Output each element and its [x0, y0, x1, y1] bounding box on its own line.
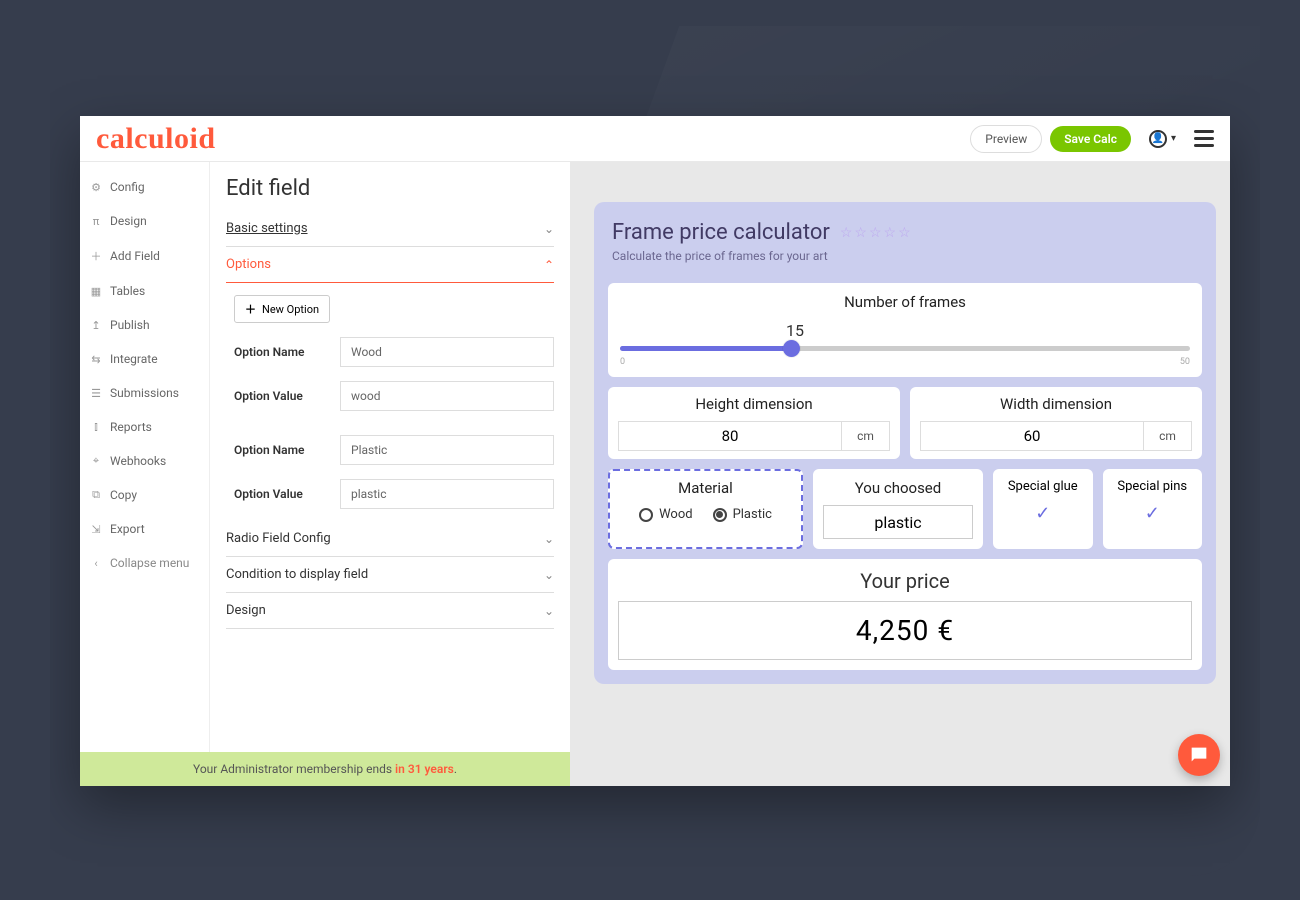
sidebar-item-integrate[interactable]: ⇆ Integrate: [80, 342, 209, 376]
sidebar-item-submissions[interactable]: ☰ Submissions: [80, 376, 209, 410]
material-radio-wood[interactable]: Wood: [639, 507, 693, 522]
sidebar-item-label: Submissions: [110, 386, 179, 400]
chevron-down-icon: ⌄: [544, 568, 554, 582]
accordion-condition[interactable]: Condition to display field⌄: [226, 557, 554, 593]
slider-thumb[interactable]: [783, 340, 800, 357]
option-value-label: Option Value: [234, 487, 328, 501]
chat-fab[interactable]: [1178, 734, 1220, 776]
sidebar-item-export[interactable]: ⇲ Export: [80, 512, 209, 546]
sidebar-item-add-field[interactable]: ＋ Add Field: [80, 238, 209, 274]
pins-label: Special pins: [1113, 479, 1193, 495]
accordion-radio-config[interactable]: Radio Field Config⌄: [226, 521, 554, 557]
accordion-design[interactable]: Design⌄: [226, 593, 554, 629]
accordion-basic-settings[interactable]: Basic settings⌄: [226, 211, 554, 247]
chevron-down-icon: ⌄: [544, 532, 554, 546]
gear-icon: ⚙: [90, 181, 102, 194]
check-icon[interactable]: ✓: [1003, 503, 1083, 524]
check-icon[interactable]: ✓: [1113, 503, 1193, 524]
table-icon: ▦: [90, 285, 102, 298]
plus-icon: ＋: [90, 248, 102, 264]
sidebar-item-label: Collapse menu: [110, 556, 189, 570]
chevron-up-icon: ⌃: [544, 258, 554, 272]
integrate-icon: ⇆: [90, 353, 102, 366]
design-icon: π: [90, 215, 102, 228]
frames-value: 15: [400, 321, 1190, 340]
sidebar-item-label: Config: [110, 180, 145, 194]
rating-stars[interactable]: ☆☆☆☆☆: [840, 225, 913, 241]
sidebar-item-label: Design: [110, 214, 147, 228]
chevron-down-icon: ⌄: [544, 222, 554, 236]
user-icon: 👤: [1149, 130, 1167, 148]
option-name-label: Option Name: [234, 345, 328, 359]
height-unit: cm: [842, 421, 890, 451]
copy-icon: ⧉: [90, 488, 102, 502]
webhook-icon: ⌖: [90, 454, 102, 468]
export-icon: ⇲: [90, 523, 102, 536]
sidebar-item-reports[interactable]: ⫾ Reports: [80, 410, 209, 444]
option1-value-input[interactable]: [340, 381, 554, 411]
material-label: Material: [618, 479, 793, 497]
panel-title: Edit field: [226, 176, 554, 201]
sidebar-item-design[interactable]: π Design: [80, 204, 209, 238]
menu-icon[interactable]: [1194, 130, 1214, 147]
preview-button[interactable]: Preview: [970, 125, 1042, 153]
plus-circle-icon: ＋: [245, 301, 256, 317]
height-label: Height dimension: [618, 395, 890, 413]
price-label: Your price: [618, 569, 1192, 593]
option2-value-input[interactable]: [340, 479, 554, 509]
glue-label: Special glue: [1003, 479, 1083, 495]
option1-name-input[interactable]: [340, 337, 554, 367]
calculator-preview: Frame price calculator ☆☆☆☆☆ Calculate t…: [594, 202, 1216, 684]
width-unit: cm: [1144, 421, 1192, 451]
sidebar-item-config[interactable]: ⚙ Config: [80, 170, 209, 204]
sidebar-item-copy[interactable]: ⧉ Copy: [80, 478, 209, 512]
sidebar-item-label: Webhooks: [110, 454, 166, 468]
new-option-button[interactable]: ＋ New Option: [234, 295, 330, 323]
frames-label: Number of frames: [620, 293, 1190, 311]
caret-down-icon: ▾: [1171, 133, 1176, 144]
accordion-options[interactable]: Options⌃: [226, 247, 554, 283]
sidebar-item-label: Reports: [110, 420, 152, 434]
slider-max: 50: [1180, 357, 1190, 367]
membership-notice: Your Administrator membership ends in 31…: [80, 752, 570, 786]
sidebar-item-label: Add Field: [110, 249, 160, 263]
option2-name-input[interactable]: [340, 435, 554, 465]
chevron-left-icon: ‹: [90, 557, 102, 570]
sidebar-item-webhooks[interactable]: ⌖ Webhooks: [80, 444, 209, 478]
option-name-label: Option Name: [234, 443, 328, 457]
chart-icon: ⫾: [90, 420, 102, 434]
slider-min: 0: [620, 357, 625, 367]
user-menu[interactable]: 👤 ▾: [1149, 130, 1176, 148]
chat-icon: [1188, 744, 1210, 766]
edit-field-panel: Edit field Basic settings⌄ Options⌃ ＋ Ne…: [210, 162, 570, 786]
calc-title: Frame price calculator: [612, 220, 830, 245]
save-calc-button[interactable]: Save Calc: [1050, 126, 1131, 152]
width-label: Width dimension: [920, 395, 1192, 413]
collapse-menu[interactable]: ‹ Collapse menu: [80, 546, 209, 580]
publish-icon: ↥: [90, 319, 102, 332]
chosen-label: You choosed: [823, 479, 973, 497]
chosen-value: plastic: [823, 505, 973, 539]
width-input[interactable]: [920, 421, 1144, 451]
calc-subtitle: Calculate the price of frames for your a…: [612, 249, 1198, 263]
sidebar-item-publish[interactable]: ↥ Publish: [80, 308, 209, 342]
frames-slider[interactable]: [620, 346, 1190, 351]
price-value: 4,250 €: [618, 601, 1192, 660]
sidebar-item-label: Tables: [110, 284, 145, 298]
chevron-down-icon: ⌄: [544, 604, 554, 618]
option-value-label: Option Value: [234, 389, 328, 403]
sidebar: ⚙ Config π Design ＋ Add Field ▦ Tables ↥ Publ…: [80, 162, 210, 786]
list-icon: ☰: [90, 387, 102, 400]
sidebar-item-label: Integrate: [110, 352, 158, 366]
material-radio-plastic[interactable]: Plastic: [713, 507, 772, 522]
sidebar-item-label: Copy: [110, 488, 137, 502]
brand-logo: calculoid: [96, 122, 216, 156]
sidebar-item-label: Publish: [110, 318, 150, 332]
height-input[interactable]: [618, 421, 842, 451]
sidebar-item-tables[interactable]: ▦ Tables: [80, 274, 209, 308]
sidebar-item-label: Export: [110, 522, 145, 536]
